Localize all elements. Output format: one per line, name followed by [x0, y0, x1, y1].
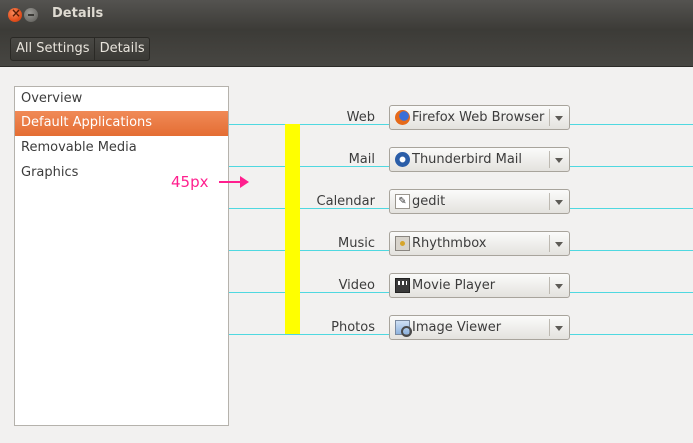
- toolbar: All Settings Details: [0, 30, 693, 67]
- thunderbird-icon: [395, 152, 410, 167]
- close-icon[interactable]: [8, 6, 22, 22]
- music-app-select[interactable]: Rhythmbox: [389, 231, 570, 256]
- chevron-down-icon: [555, 242, 563, 247]
- combo-separator: [549, 235, 550, 252]
- calendar-app-value: gedit: [412, 194, 446, 209]
- sidebar-item-default-applications[interactable]: Default Applications: [15, 111, 228, 136]
- web-app-select[interactable]: Firefox Web Browser: [389, 105, 570, 130]
- breadcrumb-details[interactable]: Details: [93, 38, 149, 60]
- minimize-icon[interactable]: [24, 8, 38, 22]
- combo-separator: [549, 109, 550, 126]
- music-app-value: Rhythmbox: [412, 236, 487, 251]
- combo-separator: [549, 151, 550, 168]
- image-viewer-icon: [395, 320, 412, 337]
- sidebar-item-removable-media[interactable]: Removable Media: [15, 136, 228, 161]
- breadcrumb-all-settings[interactable]: All Settings: [11, 38, 94, 60]
- sidebar: Overview Default Applications Removable …: [14, 86, 229, 426]
- mail-app-value: Thunderbird Mail: [412, 152, 523, 167]
- sidebar-item-overview[interactable]: Overview: [15, 87, 228, 112]
- movie-player-icon: [395, 278, 410, 293]
- chevron-down-icon: [555, 326, 563, 331]
- rhythmbox-icon: [395, 236, 410, 251]
- video-app-select[interactable]: Movie Player: [389, 273, 570, 298]
- firefox-icon: [395, 110, 410, 125]
- combo-separator: [549, 193, 550, 210]
- title-bar: Details: [0, 0, 693, 30]
- breadcrumb: All Settings Details: [10, 37, 150, 61]
- chevron-down-icon: [555, 158, 563, 163]
- window-title: Details: [52, 6, 104, 21]
- gedit-icon: ✎: [395, 194, 410, 209]
- chevron-down-icon: [555, 200, 563, 205]
- label-music: Music: [338, 236, 375, 251]
- chevron-down-icon: [555, 116, 563, 121]
- mail-app-select[interactable]: Thunderbird Mail: [389, 147, 570, 172]
- combo-separator: [549, 319, 550, 336]
- arrow-right-icon: [240, 176, 249, 188]
- label-photos: Photos: [331, 320, 375, 335]
- photos-app-select[interactable]: Image Viewer: [389, 315, 570, 340]
- chevron-down-icon: [555, 284, 563, 289]
- calendar-app-select[interactable]: ✎ gedit: [389, 189, 570, 214]
- label-web: Web: [346, 110, 375, 125]
- measurement-label: 45px: [171, 173, 209, 191]
- video-app-value: Movie Player: [412, 278, 496, 293]
- web-app-value: Firefox Web Browser: [412, 110, 545, 125]
- label-mail: Mail: [348, 152, 375, 167]
- combo-separator: [549, 277, 550, 294]
- label-video: Video: [338, 278, 375, 293]
- label-calendar: Calendar: [316, 194, 375, 209]
- photos-app-value: Image Viewer: [412, 320, 502, 335]
